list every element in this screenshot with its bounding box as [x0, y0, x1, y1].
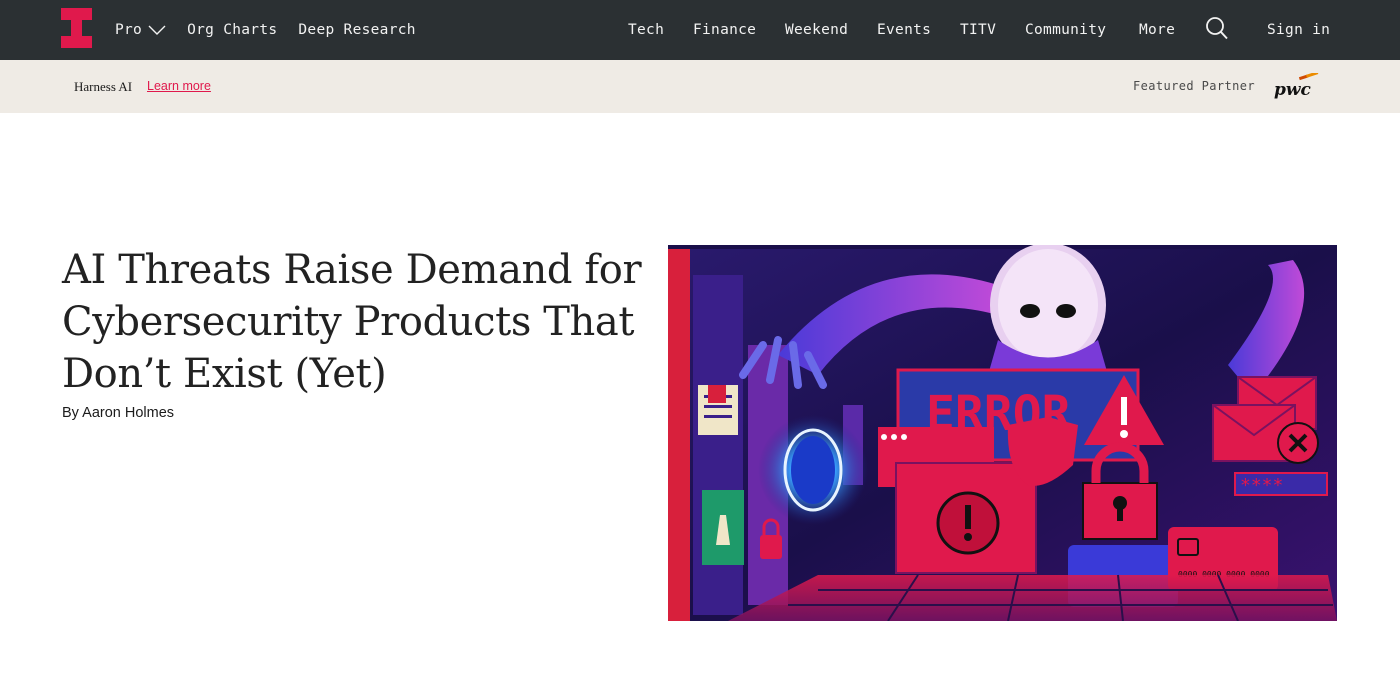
learn-more-link[interactable]: Learn more — [147, 79, 211, 93]
article-headline[interactable]: AI Threats Raise Demand for Cybersecurit… — [62, 244, 652, 400]
nav-deep-research[interactable]: Deep Research — [298, 22, 415, 38]
nav-events[interactable]: Events — [877, 22, 931, 38]
top-navigation: Pro Org Charts Deep Research Tech Financ… — [0, 0, 1400, 60]
nav-pro-label: Pro — [115, 22, 143, 38]
svg-text:pwc: pwc — [1274, 80, 1312, 99]
floor-grid — [728, 574, 1337, 621]
author-link[interactable]: Aaron Holmes — [82, 405, 174, 421]
byline-prefix: By — [62, 405, 79, 421]
chevron-down-icon — [148, 25, 166, 35]
partner-bar: Harness AI Learn more Featured Partner — [0, 60, 1400, 113]
featured-partner-label: Featured Partner — [1133, 79, 1255, 93]
nav-finance[interactable]: Finance — [693, 22, 756, 38]
the-information-logo[interactable] — [61, 8, 92, 48]
hero-illustration[interactable]: ERROR **** 0000 0000 0000 0000 — [668, 245, 1337, 621]
nav-titv[interactable]: TITV — [960, 22, 996, 38]
nav-tech[interactable]: Tech — [628, 22, 664, 38]
primary-nav-left: Pro Org Charts Deep Research — [115, 0, 437, 60]
nav-community[interactable]: Community — [1025, 22, 1106, 38]
pwc-logo[interactable]: pwc — [1273, 73, 1321, 99]
svg-text:****: **** — [1240, 475, 1283, 496]
byline: By Aaron Holmes — [62, 405, 174, 421]
nav-weekend[interactable]: Weekend — [785, 22, 848, 38]
primary-nav-right: Tech Finance Weekend Events TITV Communi… — [628, 0, 1400, 60]
sign-in-link[interactable]: Sign in — [1267, 22, 1330, 38]
nav-pro[interactable]: Pro — [115, 22, 166, 38]
nav-org-charts[interactable]: Org Charts — [187, 22, 277, 38]
search-icon[interactable] — [1205, 16, 1229, 42]
nav-more[interactable]: More — [1139, 22, 1175, 38]
robot-head — [988, 245, 1108, 375]
sponsor-text: Harness AI — [74, 79, 133, 94]
